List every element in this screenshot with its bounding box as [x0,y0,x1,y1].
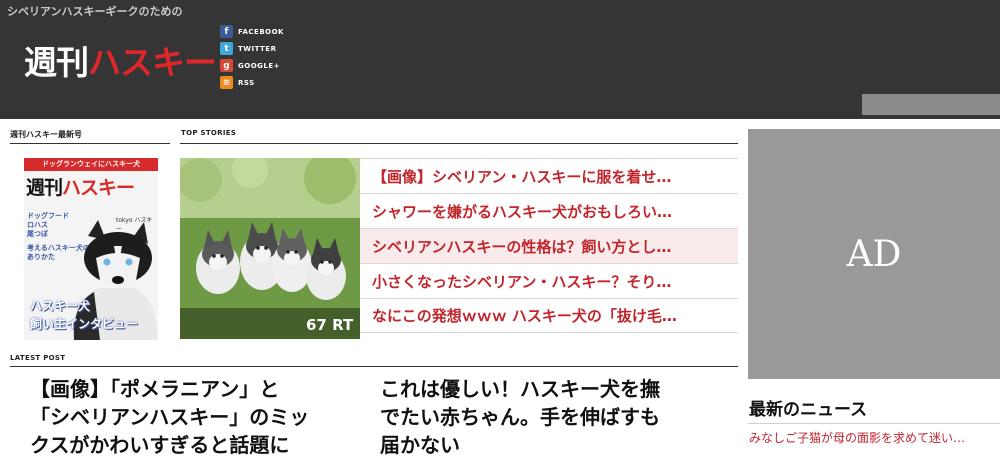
google-plus-icon: g [220,59,233,72]
divider [10,366,738,367]
top-stories-list: 【画像】シベリアン・ハスキーに服を着せ… シャワーを嫌がるハスキー犬がおもしろい… [360,158,738,333]
article-title-line: クスがかわいすぎると話題に [30,433,290,457]
twitter-icon: t [220,42,233,55]
social-links: f FACEBOOK t TWITTER g GOOGLE+ ≋ RSS [220,23,284,91]
social-link-facebook[interactable]: f FACEBOOK [220,23,284,40]
logo-white-text: 週刊 [24,43,89,82]
top-story-link[interactable]: シャワーを嫌がるハスキー犬がおもしろい… [360,193,738,228]
site-header: シベリアンハスキーギークのための 週刊ハスキー f FACEBOOK t TWI… [0,0,1000,119]
social-link-rss[interactable]: ≋ RSS [220,74,284,91]
article-title-line: 【画像】「ポメラニアン」と [30,377,280,401]
article-title-line: でたい赤ちゃん。手を伸ばすも [380,405,660,429]
search-input[interactable] [862,94,1000,115]
husky-puppies-photo [180,158,360,339]
top-stories-heading: TOP STORIES [181,129,237,137]
logo-red-text: ハスキー [88,43,217,82]
facebook-icon: f [220,25,233,38]
social-label-facebook: FACEBOOK [238,27,284,36]
social-link-twitter[interactable]: t TWITTER [220,40,284,57]
top-story-photo[interactable] [180,158,360,339]
cover-title-red: ハスキー [62,177,135,199]
article-title-line: 届かない [380,433,460,457]
site-tagline: シベリアンハスキーギークのための [7,5,183,18]
latest-article-2[interactable]: これは優しい！ハスキー犬を撫 でたい赤ちゃん。手を伸ばすも 届かない [380,375,660,459]
retweet-count: 67 RT [306,316,354,334]
cover-interview-line-2: 飼い主インタビュー [30,317,139,331]
top-story-link[interactable]: 小さくなったシベリアン・ハスキー？そり… [360,263,738,298]
news-item-link[interactable]: みなしご子猫が母の面影を求めて迷い… [749,429,965,446]
cover-interview-line-1: ハスキー犬 [30,299,91,313]
latest-article-1[interactable]: 【画像】「ポメラニアン」と 「シベリアンハスキー」のミッ クスがかわいすぎると話… [30,375,309,459]
latest-issue-heading: 週刊ハスキー最新号 [10,130,82,139]
social-link-google-plus[interactable]: g GOOGLE+ [220,57,284,74]
cover-banner: ドッグランウェイにハスキー犬 [24,158,158,171]
site-logo[interactable]: 週刊ハスキー [24,43,217,83]
social-label-rss: RSS [238,78,255,87]
divider [748,423,1000,424]
top-story-link[interactable]: 【画像】シベリアン・ハスキーに服を着せ… [360,158,738,193]
rss-icon: ≋ [220,76,233,89]
cover-title-black: 週刊 [26,177,63,199]
divider [10,143,170,144]
top-story-link[interactable]: なにこの発想ｗｗｗ ハスキー犬の「抜け毛… [360,298,738,333]
social-label-twitter: TWITTER [238,44,277,53]
top-story-link[interactable]: シベリアンハスキーの性格は？飼い方とし… [360,228,738,263]
social-label-google-plus: GOOGLE+ [238,61,280,70]
divider [180,143,738,144]
magazine-cover[interactable]: ドッグランウェイにハスキー犬 週刊ハスキー tokyo ハスキー ドッグフード … [24,158,158,340]
article-title-line: 「シベリアンハスキー」のミッ [30,405,310,429]
latest-post-heading: LATEST POST [10,354,66,362]
cover-title: 週刊ハスキー [26,173,135,200]
latest-news-heading: 最新のニュース [749,400,868,420]
article-title-line: これは優しい！ハスキー犬を撫 [380,377,660,401]
ad-placeholder[interactable]: AD [748,129,1000,379]
